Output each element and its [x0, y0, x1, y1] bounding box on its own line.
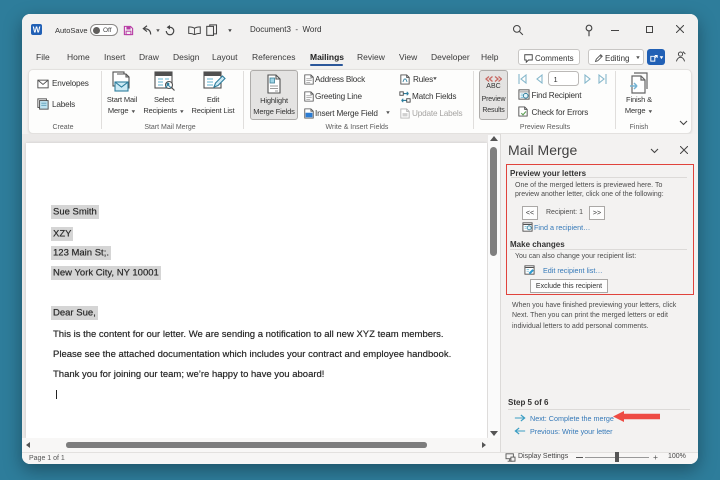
svg-text:W: W [33, 26, 41, 35]
